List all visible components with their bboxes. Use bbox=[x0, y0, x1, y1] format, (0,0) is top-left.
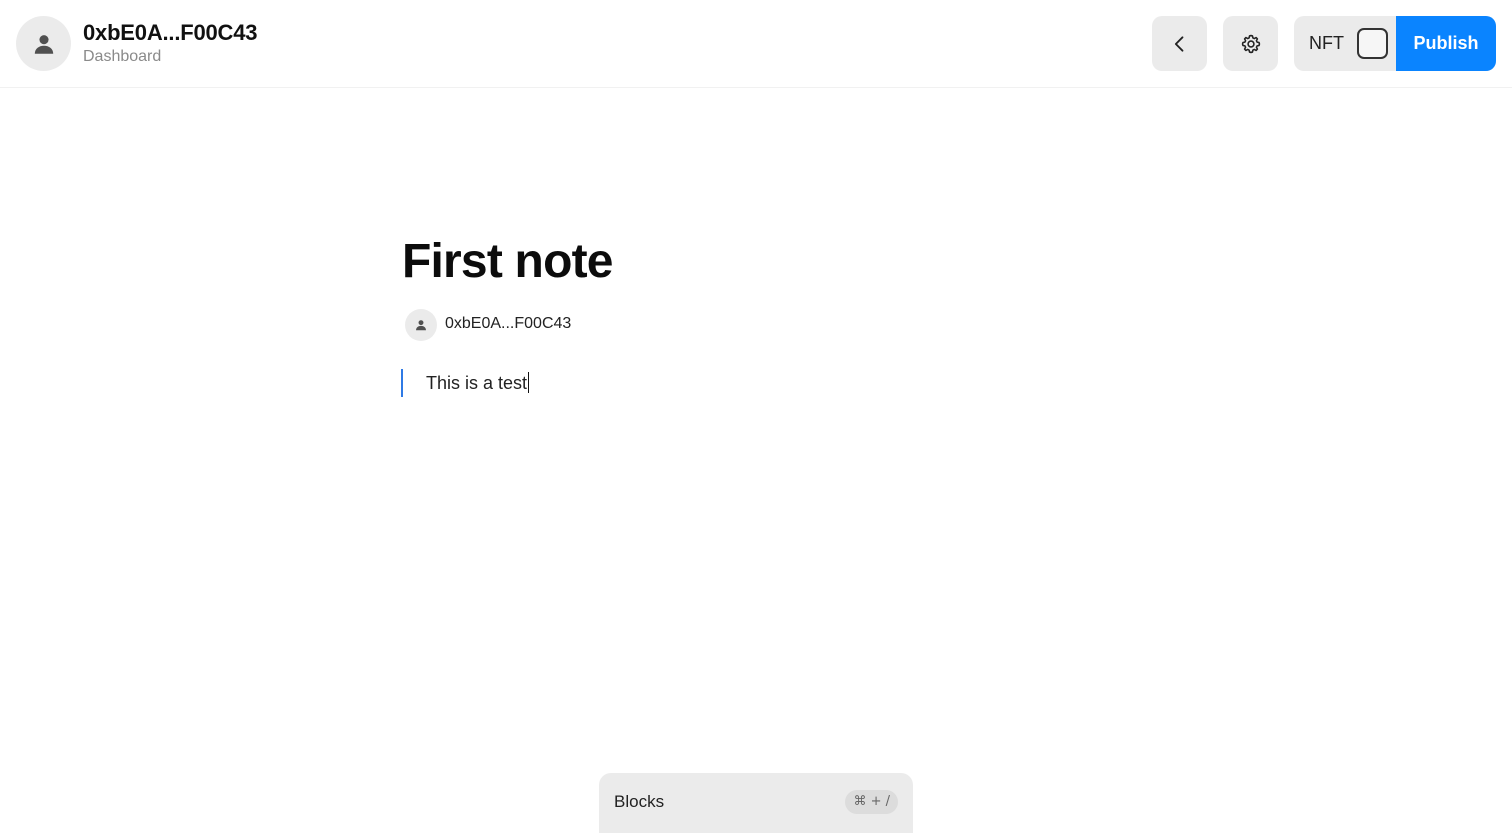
keyboard-shortcut-badge: ⌘ + / bbox=[845, 790, 898, 814]
note-title[interactable]: First note bbox=[402, 234, 613, 289]
dashboard-link[interactable]: Dashboard bbox=[83, 48, 161, 66]
settings-button[interactable] bbox=[1223, 16, 1278, 71]
publish-button[interactable]: Publish bbox=[1396, 16, 1496, 71]
gear-icon bbox=[1241, 34, 1260, 53]
account-avatar[interactable] bbox=[16, 16, 71, 71]
user-icon bbox=[34, 34, 53, 54]
account-name[interactable]: 0xbE0A...F00C43 bbox=[83, 20, 258, 46]
checkbox-icon[interactable] bbox=[1357, 28, 1388, 59]
user-icon bbox=[416, 320, 426, 331]
active-block-marker bbox=[401, 369, 403, 397]
back-button[interactable] bbox=[1152, 16, 1207, 71]
nft-toggle[interactable]: NFT bbox=[1294, 16, 1396, 71]
author-avatar bbox=[405, 309, 437, 341]
author-name: 0xbE0A...F00C43 bbox=[445, 315, 572, 332]
blocks-label: Blocks bbox=[614, 792, 665, 811]
nft-label: NFT bbox=[1309, 33, 1344, 53]
note-body-text: This is a test bbox=[426, 373, 528, 393]
blocks-panel[interactable]: Blocks ⌘ + / bbox=[599, 773, 913, 833]
nft-publish-group: NFT Publish bbox=[1294, 16, 1496, 71]
top-bar: 0xbE0A...F00C43 Dashboard NFT Publish bbox=[0, 0, 1512, 88]
text-cursor bbox=[528, 372, 530, 393]
note-body-paragraph[interactable]: This is a test bbox=[426, 372, 530, 394]
chevron-left-icon bbox=[1174, 35, 1183, 52]
